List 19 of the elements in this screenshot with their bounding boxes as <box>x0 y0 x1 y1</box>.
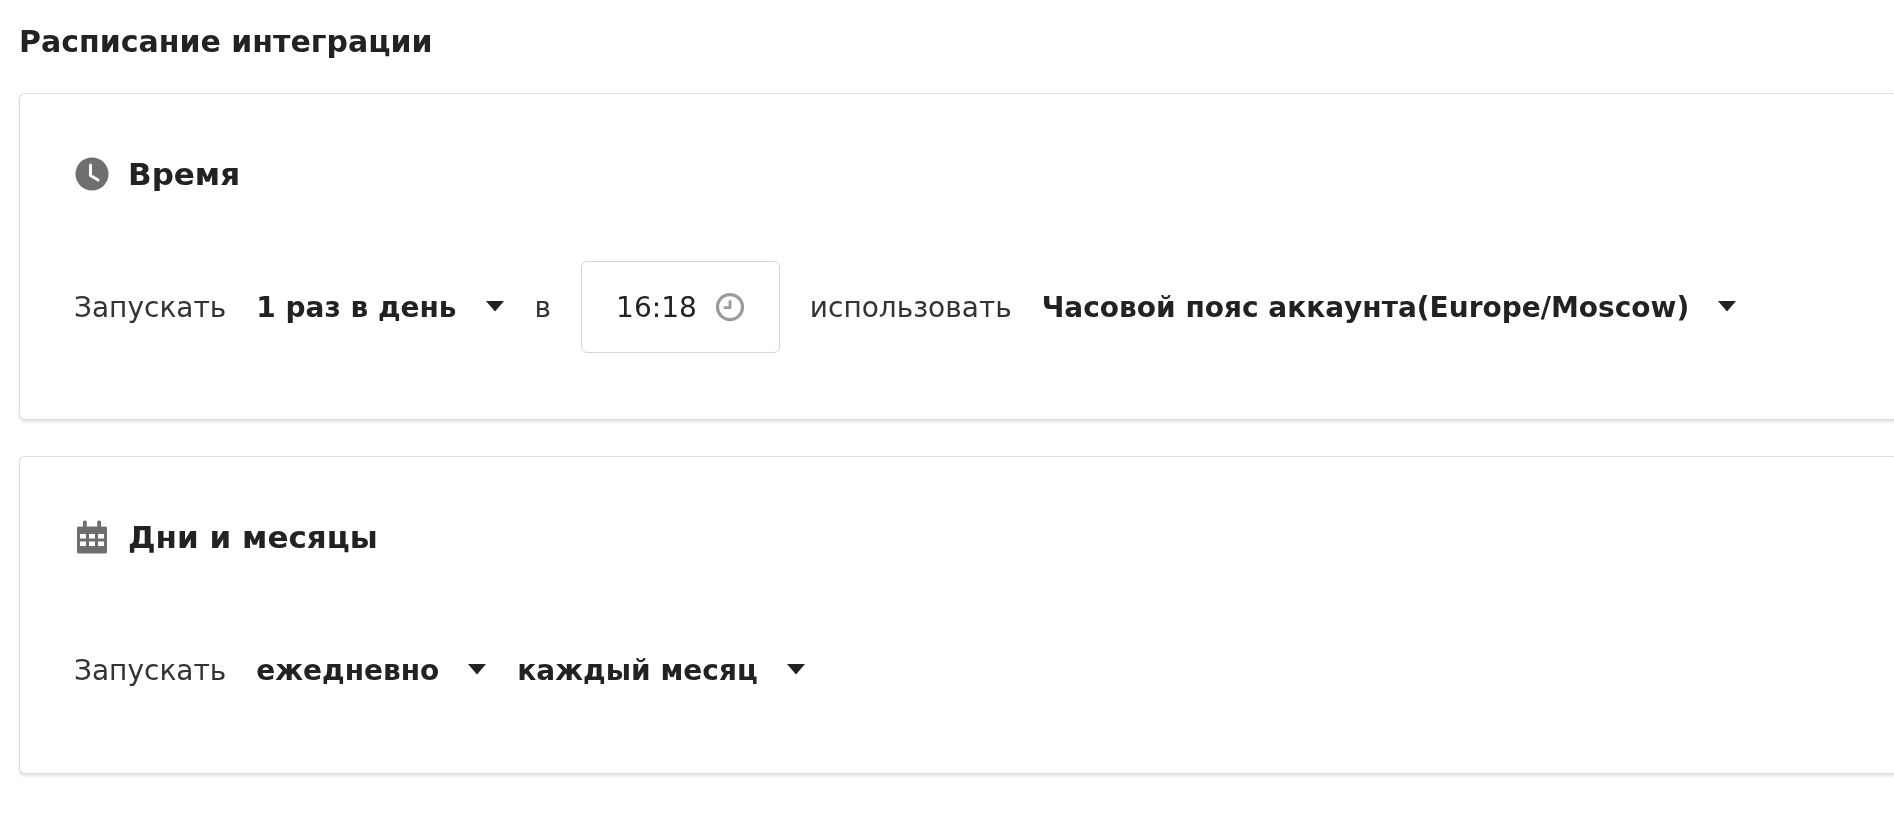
section-heading: Время <box>128 156 241 192</box>
calendar-icon <box>74 519 110 555</box>
clock-icon <box>714 292 745 322</box>
time-field[interactable]: 16:18 <box>581 261 780 353</box>
caret-icon <box>1717 301 1738 313</box>
row-label: использовать <box>809 290 1012 324</box>
page-title: Расписание интеграции <box>19 23 434 61</box>
row-label: Запускать <box>74 653 227 687</box>
row-label: Запускать <box>74 290 227 324</box>
dropdown[interactable]: 1 раз в день <box>256 290 505 324</box>
clock-icon <box>74 156 110 192</box>
row-label: в <box>534 290 552 324</box>
dropdown[interactable]: каждый месяц <box>517 653 806 687</box>
dropdown[interactable]: Часовой пояс аккаунта(Europe/Moscow) <box>1041 290 1738 324</box>
caret-icon <box>785 664 806 676</box>
dropdown[interactable]: ежедневно <box>256 653 488 687</box>
caret-icon <box>467 664 488 676</box>
caret-icon <box>484 301 505 313</box>
section-heading: Дни и месяцы <box>128 519 378 555</box>
